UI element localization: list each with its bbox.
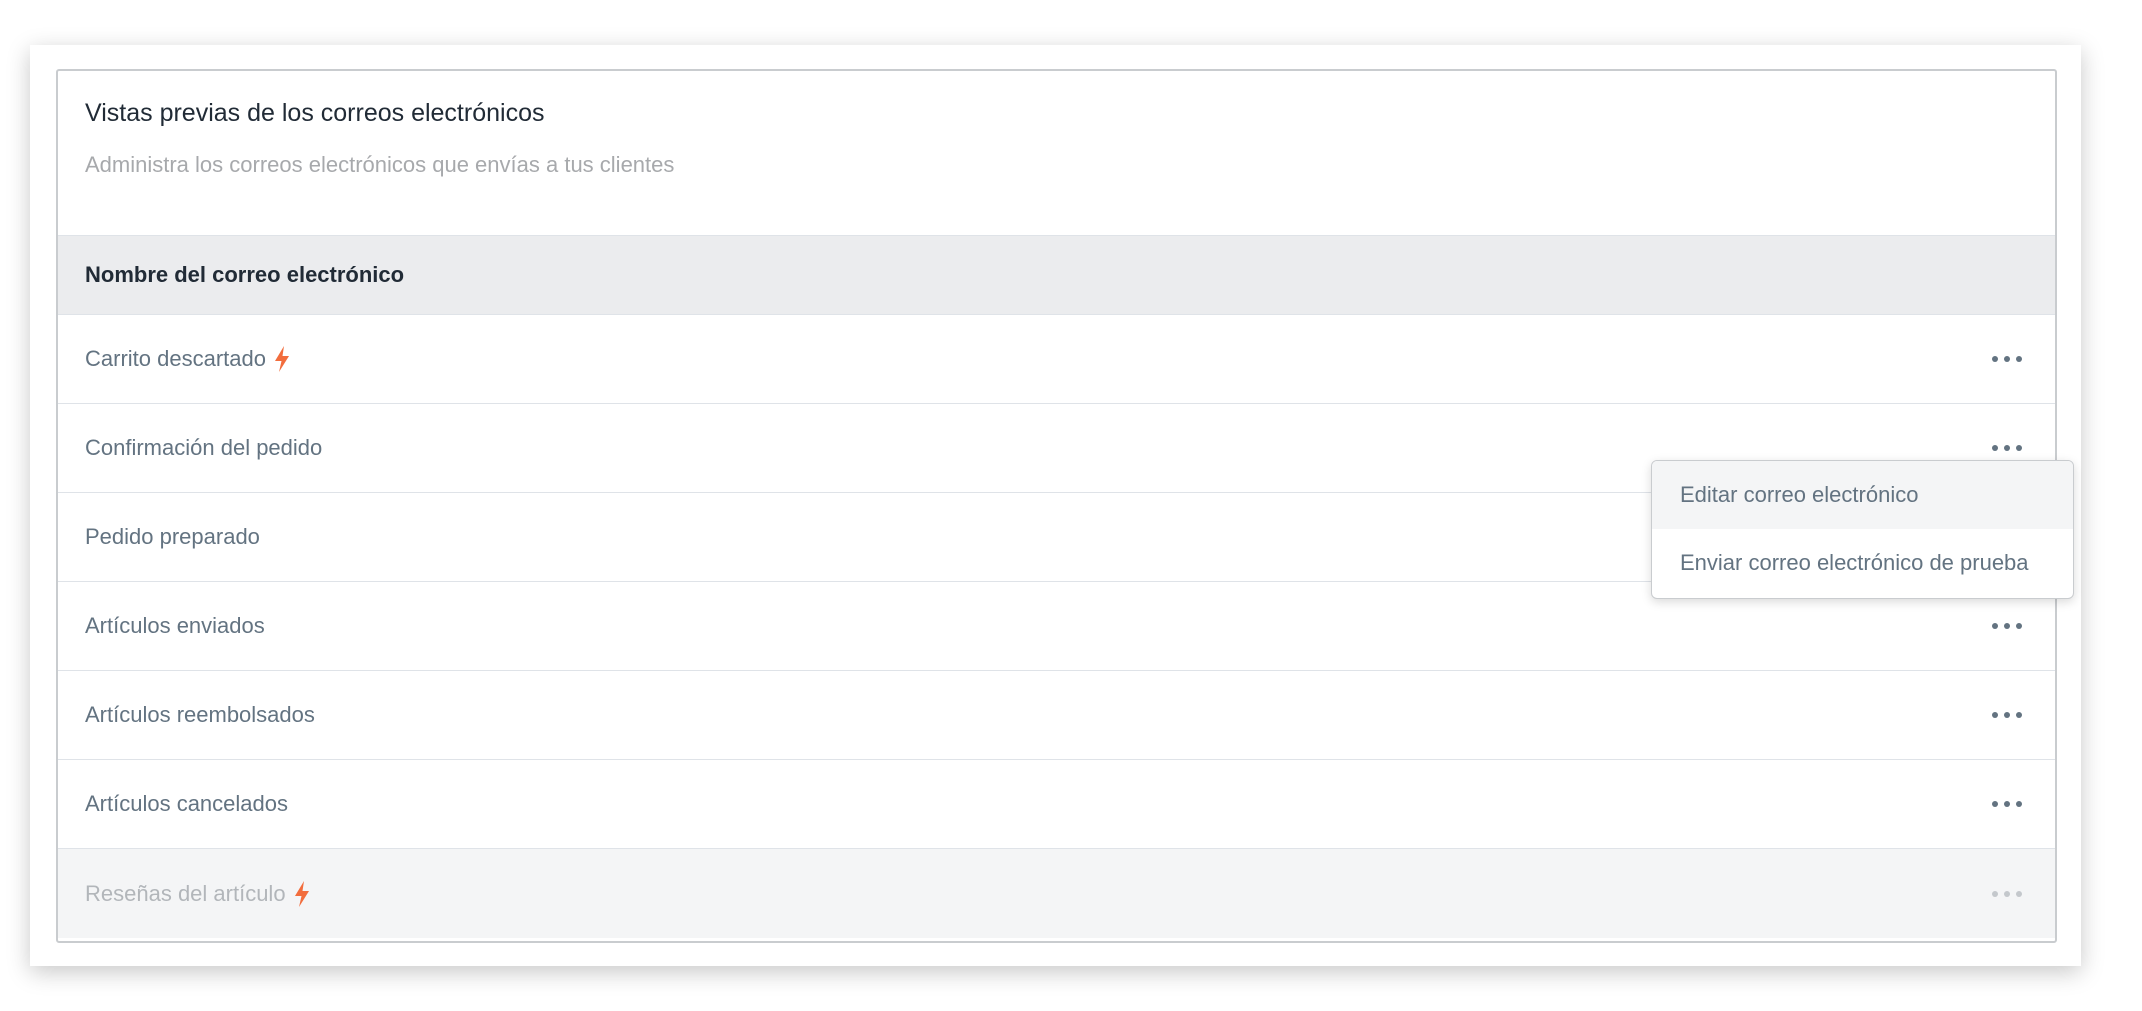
dot — [2016, 623, 2022, 629]
table-header: Nombre del correo electrónico — [58, 235, 2055, 315]
more-actions-button[interactable] — [1985, 789, 2029, 819]
menu-item-send-test-email[interactable]: Enviar correo electrónico de prueba — [1652, 529, 2073, 597]
dot — [2016, 801, 2022, 807]
more-actions-button[interactable] — [1985, 700, 2029, 730]
card-header: Vistas previas de los correos electrónic… — [58, 71, 2055, 235]
dot — [2016, 356, 2022, 362]
dot — [2004, 801, 2010, 807]
email-name: Carrito descartado — [85, 346, 266, 371]
more-actions-button[interactable] — [1985, 611, 2029, 641]
dot — [1992, 445, 1998, 451]
more-actions-button — [1985, 879, 2029, 909]
page-surface: Vistas previas de los correos electrónic… — [30, 45, 2081, 966]
dot — [2004, 712, 2010, 718]
table-row: Carrito descartado — [58, 315, 2055, 404]
menu-item-edit-email[interactable]: Editar correo electrónico — [1652, 461, 2073, 529]
dot — [1992, 712, 1998, 718]
dot — [1992, 623, 1998, 629]
card-subtitle: Administra los correos electrónicos que … — [85, 152, 675, 177]
table-row: Artículos cancelados — [58, 760, 2055, 849]
email-name: Artículos enviados — [85, 613, 265, 638]
actions-popover: Editar correo electrónico Enviar correo … — [1651, 460, 2074, 599]
more-actions-button[interactable] — [1985, 433, 2029, 463]
email-name: Artículos reembolsados — [85, 702, 315, 727]
row-label: Artículos cancelados — [85, 791, 288, 817]
email-name: Artículos cancelados — [85, 791, 288, 816]
row-label: Pedido preparado — [85, 524, 260, 550]
email-name: Pedido preparado — [85, 524, 260, 549]
column-header-email-name: Nombre del correo electrónico — [85, 262, 405, 287]
bolt-icon — [274, 346, 289, 372]
dot — [2004, 890, 2010, 897]
dot — [1992, 801, 1998, 807]
row-label: Artículos enviados — [85, 613, 265, 639]
dot — [2004, 356, 2010, 362]
dot — [1992, 890, 1998, 897]
row-label: Carrito descartado — [85, 345, 292, 373]
dot — [2016, 890, 2022, 897]
more-actions-button[interactable] — [1985, 344, 2029, 374]
row-label: Artículos reembolsados — [85, 702, 315, 728]
dot — [2016, 445, 2022, 451]
bolt-icon — [294, 880, 309, 907]
row-label: Confirmación del pedido — [85, 435, 322, 461]
row-label: Reseñas del artículo — [85, 880, 312, 908]
dot — [2016, 712, 2022, 718]
table-row-disabled: Reseñas del artículo — [58, 849, 2055, 938]
email-name: Confirmación del pedido — [85, 435, 323, 460]
email-name: Reseñas del artículo — [85, 880, 286, 906]
dot — [2004, 623, 2010, 629]
dot — [2004, 445, 2010, 451]
table-row: Artículos reembolsados — [58, 671, 2055, 760]
card-title: Vistas previas de los correos electrónic… — [85, 99, 545, 127]
dot — [1992, 356, 1998, 362]
